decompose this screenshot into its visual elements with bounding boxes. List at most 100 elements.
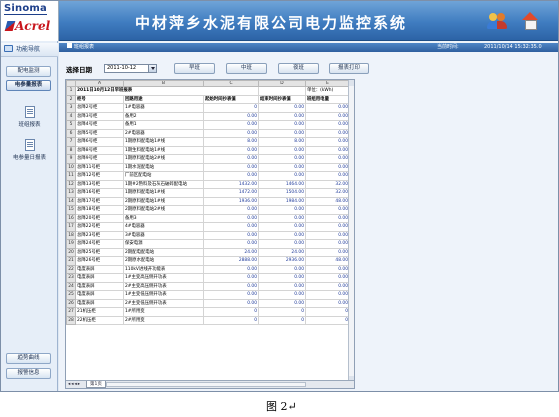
table-cell[interactable]: 3#电容器: [123, 230, 204, 240]
table-cell[interactable]: 0.00: [203, 205, 259, 215]
table-cell[interactable]: 1472.00: [203, 188, 259, 198]
table-cell[interactable]: 0.00: [203, 128, 259, 138]
table-cell[interactable]: 0.00: [203, 154, 259, 164]
table-cell[interactable]: 0.00: [258, 213, 306, 223]
table-cell[interactable]: 0.00: [258, 264, 306, 274]
table-cell[interactable]: 0.00: [203, 273, 259, 283]
users-icon[interactable]: [487, 11, 507, 31]
table-cell[interactable]: 0.00: [305, 205, 350, 215]
table-cell[interactable]: 2期配电配电站: [123, 247, 204, 257]
table-cell[interactable]: 总降3号柜: [75, 111, 124, 121]
table-cell[interactable]: 1期#2熟料及石灰石破碎配电站: [123, 179, 204, 189]
table-cell[interactable]: 0.00: [258, 120, 306, 130]
sheet-nav-arrows-icon[interactable]: ◂◂◂▸: [68, 381, 81, 388]
table-cell[interactable]: 21机压柜: [75, 307, 124, 317]
table-cell[interactable]: 24.00: [258, 247, 306, 257]
table-cell[interactable]: 0.00: [305, 247, 350, 257]
table-cell[interactable]: 22机压柜: [75, 315, 124, 325]
table-cell[interactable]: 0.00: [203, 239, 259, 249]
table-cell[interactable]: 0.00: [305, 281, 350, 291]
table-cell[interactable]: 备用3: [123, 213, 204, 223]
table-cell[interactable]: 0.00: [203, 145, 259, 155]
table-cell[interactable]: 电度表屏: [75, 273, 124, 283]
nav-shift-report[interactable]: 班组报表: [5, 106, 54, 128]
table-cell[interactable]: 保安电源: [123, 239, 204, 249]
table-cell[interactable]: 电度表屏: [75, 281, 124, 291]
table-cell[interactable]: 0.00: [258, 298, 306, 308]
table-cell[interactable]: 0.00: [305, 120, 350, 130]
table-cell[interactable]: 2#主变高压侧开功表: [123, 281, 204, 291]
table-cell[interactable]: 总降18号柜: [75, 205, 124, 215]
nav-trend-curve-button[interactable]: 趋势曲线: [6, 353, 51, 364]
table-cell[interactable]: 2936.00: [258, 256, 306, 266]
table-cell[interactable]: 1984.00: [258, 196, 306, 206]
table-cell[interactable]: 2期原料配电站2#线: [123, 205, 204, 215]
table-cell[interactable]: 0.00: [305, 103, 350, 113]
table-cell[interactable]: 0.00: [305, 222, 350, 232]
table-cell[interactable]: 0: [258, 307, 306, 317]
night-shift-button[interactable]: 夜班: [278, 63, 319, 74]
table-cell[interactable]: 0.00: [258, 239, 306, 249]
table-cell[interactable]: 0.00: [258, 145, 306, 155]
table-cell[interactable]: 0.00: [305, 230, 350, 240]
table-cell[interactable]: 0.00: [203, 298, 259, 308]
table-cell[interactable]: 0: [203, 315, 259, 325]
table-cell[interactable]: 0.00: [305, 111, 350, 121]
table-cell[interactable]: 总降20号柜: [75, 213, 124, 223]
table-cell[interactable]: 1#电容器: [123, 103, 204, 113]
table-cell[interactable]: 1期生料配电站1#线: [123, 145, 204, 155]
table-cell[interactable]: 2888.00: [203, 256, 259, 266]
table-cell[interactable]: 0.00: [258, 162, 306, 172]
table-cell[interactable]: 48.00: [305, 196, 350, 206]
table-cell[interactable]: 备用1: [123, 120, 204, 130]
table-cell[interactable]: 0.00: [305, 290, 350, 300]
table-cell[interactable]: 0.00: [203, 290, 259, 300]
table-cell[interactable]: 厂前区配电站: [123, 171, 204, 181]
table-cell[interactable]: 0: [203, 307, 259, 317]
table-cell[interactable]: 0.00: [258, 171, 306, 181]
table-cell[interactable]: 2#主变低压侧开功表: [123, 298, 204, 308]
table-cell[interactable]: 0.00: [258, 281, 306, 291]
report-spreadsheet[interactable]: A B C D E 1 2011日10月12日早班报表 单位：(kWh) 2 柜号 回路用途 起始时间…: [65, 79, 355, 389]
nav-daily-report[interactable]: 电参量日报表: [5, 139, 54, 161]
table-cell[interactable]: 0.00: [258, 154, 306, 164]
table-cell[interactable]: 总降11号柜: [75, 162, 124, 172]
table-cell[interactable]: 0.00: [203, 162, 259, 172]
table-cell[interactable]: 电度表屏: [75, 290, 124, 300]
table-cell[interactable]: 0.00: [258, 128, 306, 138]
nav-alarm-info-button[interactable]: 报警信息: [6, 368, 51, 379]
table-cell[interactable]: 8.00: [203, 137, 259, 147]
table-cell[interactable]: 0.00: [305, 154, 350, 164]
table-cell[interactable]: 0.00: [305, 145, 350, 155]
table-cell[interactable]: 0.00: [203, 281, 259, 291]
table-cell[interactable]: 总降24号柜: [75, 239, 124, 249]
table-cell[interactable]: 总降6号柜: [75, 137, 124, 147]
table-cell[interactable]: 总降16号柜: [75, 188, 124, 198]
table-cell[interactable]: 1#主变低压侧开功表: [123, 290, 204, 300]
middle-shift-button[interactable]: 中班: [226, 63, 267, 74]
table-cell[interactable]: 总降5号柜: [75, 128, 124, 138]
table-cell[interactable]: 1期原料配电站1#线: [123, 137, 204, 147]
table-cell[interactable]: 0.00: [258, 230, 306, 240]
table-cell[interactable]: 0.00: [258, 103, 306, 113]
table-cell[interactable]: 1#所用变: [123, 307, 204, 317]
table-cell[interactable]: 电度表屏: [75, 264, 124, 274]
table-cell[interactable]: 1504.00: [258, 188, 306, 198]
table-cell[interactable]: 24.00: [203, 247, 259, 257]
table-cell[interactable]: 总降2号柜: [75, 103, 124, 113]
table-cell[interactable]: 0.00: [305, 137, 350, 147]
table-cell[interactable]: 总降8号柜: [75, 145, 124, 155]
table-cell[interactable]: 0.00: [258, 273, 306, 283]
table-cell[interactable]: 电度表屏: [75, 298, 124, 308]
print-report-button[interactable]: 报表打印: [329, 63, 369, 74]
table-cell[interactable]: 4#电容器: [123, 222, 204, 232]
vertical-scrollbar[interactable]: [348, 80, 354, 382]
table-cell[interactable]: 总降17号柜: [75, 196, 124, 206]
table-cell[interactable]: 0.00: [203, 111, 259, 121]
table-cell[interactable]: 0: [305, 307, 350, 317]
table-cell[interactable]: 0.00: [305, 171, 350, 181]
table-cell[interactable]: 2期原水配电站: [123, 256, 204, 266]
table-cell[interactable]: 总降26号柜: [75, 256, 124, 266]
table-cell[interactable]: 总降9号柜: [75, 154, 124, 164]
table-cell[interactable]: 2期原料配电站1#线: [123, 196, 204, 206]
